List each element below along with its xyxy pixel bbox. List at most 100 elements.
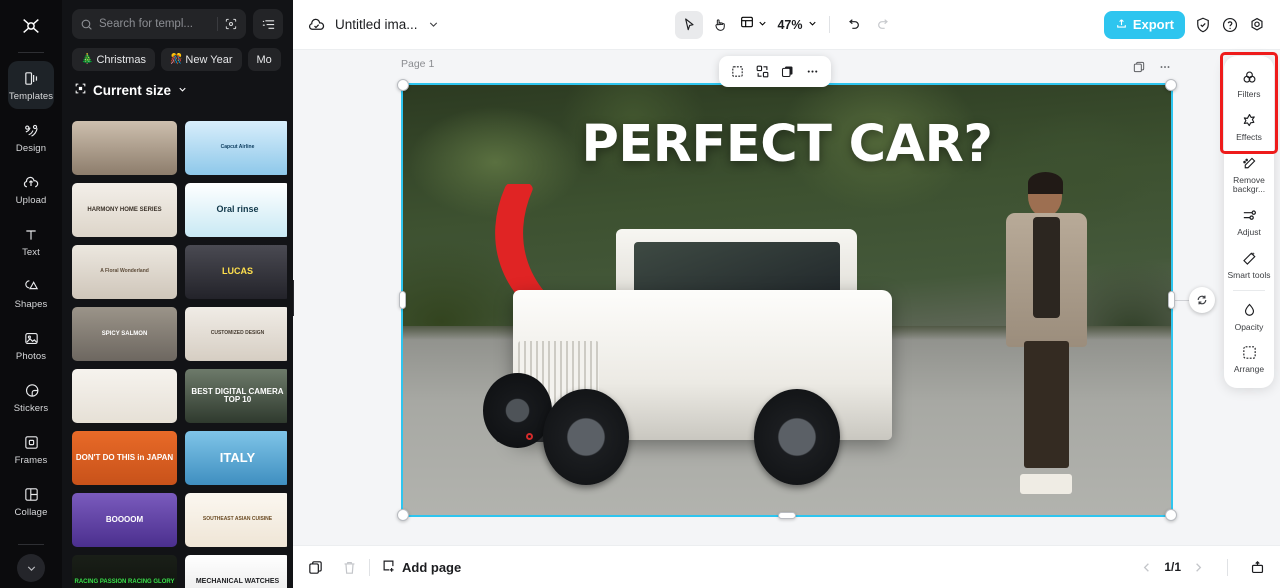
template-thumbnail[interactable]: Oral rinse (185, 183, 287, 237)
chip-label: Mo (257, 54, 272, 66)
export-label: Export (1133, 17, 1174, 32)
capcut-logo-icon[interactable] (0, 6, 62, 46)
resize-handle-bottom-left[interactable] (397, 509, 409, 521)
sidebar-item-upload[interactable]: Upload (8, 165, 54, 213)
duplicate-page-icon[interactable] (1132, 60, 1146, 74)
redo-button[interactable] (870, 11, 898, 39)
top-toolbar: Untitled ima... (293, 0, 1280, 50)
jeep-spare-tire (483, 373, 552, 448)
person-hair (1028, 172, 1063, 194)
app-root: Templates Design Upload (0, 0, 1280, 588)
chevron-down-icon (757, 16, 768, 34)
sidebar-item-text[interactable]: Text (8, 217, 54, 265)
template-thumbnail[interactable]: BEST DIGITAL CAMERA TOP 10 (185, 369, 287, 423)
panel-collapse-handle[interactable] (293, 280, 294, 316)
layout-dropdown[interactable] (737, 14, 770, 35)
tool-remove-background[interactable]: Remove backgr... (1226, 148, 1272, 201)
resize-handle-bottom[interactable] (778, 512, 796, 519)
resize-handle-top-right[interactable] (1165, 79, 1177, 91)
undo-button[interactable] (839, 11, 867, 39)
sidebar-item-collage[interactable]: Collage (8, 477, 54, 525)
prev-page-button[interactable] (1139, 560, 1154, 575)
template-thumbnail[interactable]: HARMONY HOME SERIES (72, 183, 177, 237)
document-title[interactable]: Untitled ima... (335, 17, 418, 32)
template-thumbnail[interactable]: ITALY (185, 431, 287, 485)
add-page-button[interactable]: Add page (381, 558, 461, 576)
photos-icon (21, 329, 41, 349)
tool-filters[interactable]: Filters (1226, 62, 1272, 105)
settings-gear-icon[interactable] (1248, 16, 1266, 34)
design-canvas[interactable]: PERFECT CAR? (403, 85, 1171, 515)
hand-tool-button[interactable] (706, 11, 734, 39)
design-icon (21, 121, 41, 141)
next-page-button[interactable] (1191, 560, 1206, 575)
replace-media-icon[interactable] (751, 60, 774, 83)
resize-handle-right[interactable] (1168, 291, 1175, 309)
resize-handle-left[interactable] (399, 291, 406, 309)
sidebar-item-frames[interactable]: Frames (8, 425, 54, 473)
rotate-handle[interactable] (1189, 287, 1215, 313)
sidebar-item-templates[interactable]: Templates (8, 61, 54, 109)
template-thumbnail[interactable] (72, 121, 177, 175)
select-tool-button[interactable] (675, 11, 703, 39)
crop-icon[interactable] (726, 60, 749, 83)
page-more-icon[interactable] (1158, 60, 1172, 74)
sidebar-item-shapes[interactable]: Shapes (8, 269, 54, 317)
shield-check-icon[interactable] (1194, 16, 1212, 34)
sidebar-item-stickers[interactable]: Stickers (8, 373, 54, 421)
export-button[interactable]: Export (1104, 11, 1185, 39)
chip-more[interactable]: Mo (248, 48, 281, 71)
template-thumbnail[interactable]: SOUTHEAST ASIAN CUISINE (185, 493, 287, 547)
search-input[interactable]: Search for templ... (72, 9, 246, 39)
template-thumbnail[interactable]: BOOOOM (72, 493, 177, 547)
template-title (72, 121, 177, 175)
sidebar-label: Upload (16, 196, 47, 206)
image-search-icon[interactable] (224, 17, 238, 31)
chip-christmas[interactable]: 🎄 Christmas (72, 48, 155, 71)
template-thumbnail[interactable]: DON'T DO THIS in JAPAN (72, 431, 177, 485)
sidebar-item-photos[interactable]: Photos (8, 321, 54, 369)
person-shoes (1020, 474, 1072, 493)
title-chevron-down-icon[interactable] (427, 18, 440, 31)
panel-header: Search for templ... (62, 0, 293, 98)
resize-handle-top-left[interactable] (397, 79, 409, 91)
template-thumbnail[interactable] (72, 369, 177, 423)
tool-smart-tools[interactable]: Smart tools (1226, 243, 1272, 286)
duplicate-icon[interactable] (776, 60, 799, 83)
toolbar-left: Untitled ima... (307, 15, 440, 34)
template-title: SPICY SALMON (72, 307, 177, 361)
sidebar-label: Text (22, 248, 40, 258)
sidebar-item-design[interactable]: Design (8, 113, 54, 161)
template-thumbnail[interactable]: SPICY SALMON (72, 307, 177, 361)
newyear-emoji-icon: 🎊 (170, 54, 182, 65)
tool-adjust[interactable]: Adjust (1226, 200, 1272, 243)
selected-image-element[interactable]: PERFECT CAR? (403, 85, 1171, 515)
chip-new-year[interactable]: 🎊 New Year (161, 48, 242, 71)
left-rail: Templates Design Upload (0, 0, 62, 588)
trash-icon[interactable] (341, 559, 358, 576)
sidebar-label: Collage (15, 508, 48, 518)
template-thumbnail[interactable]: RACING PASSION RACING GLORY (72, 555, 177, 588)
zoom-dropdown[interactable]: 47% (773, 16, 819, 34)
duplicate-icon[interactable] (307, 559, 324, 576)
template-thumbnail[interactable]: MECHANICAL WATCHES (185, 555, 287, 588)
tool-effects[interactable]: Effects (1226, 105, 1272, 148)
headline-text[interactable]: PERFECT CAR? (403, 115, 1171, 174)
current-size-dropdown[interactable]: Current size (72, 82, 283, 98)
adjust-sliders-icon (1241, 206, 1258, 225)
template-thumbnail[interactable]: Capcut Airline (185, 121, 287, 175)
rail-expand-button[interactable] (17, 554, 45, 582)
resize-handle-bottom-right[interactable] (1165, 509, 1177, 521)
help-circle-icon[interactable] (1221, 16, 1239, 34)
template-title: BOOOOM (72, 493, 177, 547)
present-icon[interactable] (1249, 559, 1266, 576)
template-thumbnail[interactable]: CUSTOMIZED DESIGN (185, 307, 287, 361)
chip-label: New Year (185, 54, 232, 66)
bottom-divider-2 (1227, 559, 1228, 576)
tool-arrange[interactable]: Arrange (1226, 337, 1272, 380)
template-thumbnail[interactable]: A Floral Wonderland (72, 245, 177, 299)
more-options-icon[interactable] (801, 60, 824, 83)
template-thumbnail[interactable]: LUCAS (185, 245, 287, 299)
tool-opacity[interactable]: Opacity (1226, 295, 1272, 338)
filter-icon[interactable] (253, 9, 283, 39)
